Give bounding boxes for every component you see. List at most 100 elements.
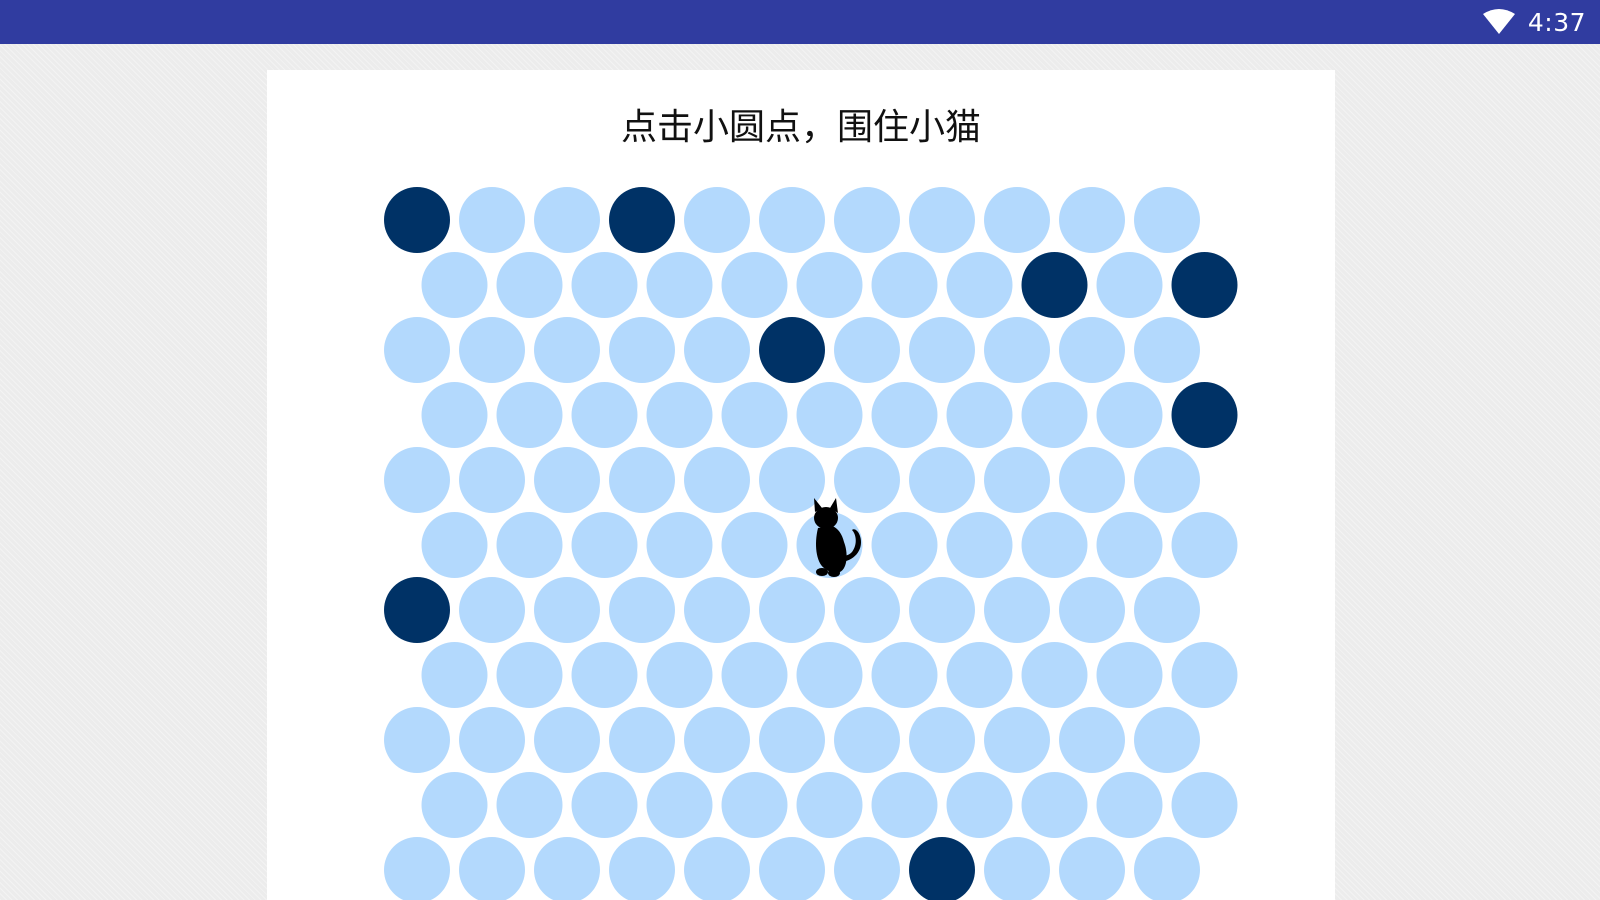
empty-dot[interactable] xyxy=(721,382,788,448)
empty-dot[interactable] xyxy=(571,512,638,578)
empty-dot[interactable] xyxy=(609,317,675,383)
empty-dot[interactable] xyxy=(1096,382,1163,448)
empty-dot[interactable] xyxy=(684,707,750,773)
empty-dot[interactable] xyxy=(909,577,975,643)
empty-dot[interactable] xyxy=(421,252,488,318)
empty-dot[interactable] xyxy=(721,772,788,838)
empty-dot[interactable] xyxy=(609,837,675,900)
empty-dot[interactable] xyxy=(796,772,863,838)
empty-dot[interactable] xyxy=(871,512,938,578)
empty-dot[interactable] xyxy=(1059,317,1125,383)
empty-dot[interactable] xyxy=(609,447,675,513)
empty-dot[interactable] xyxy=(1059,447,1125,513)
empty-dot[interactable] xyxy=(1171,772,1238,838)
empty-dot[interactable] xyxy=(759,577,825,643)
empty-dot[interactable] xyxy=(684,447,750,513)
empty-dot[interactable] xyxy=(796,642,863,708)
empty-dot[interactable] xyxy=(871,382,938,448)
empty-dot[interactable] xyxy=(909,187,975,253)
empty-dot[interactable] xyxy=(1134,837,1200,900)
empty-dot[interactable] xyxy=(984,577,1050,643)
empty-dot[interactable] xyxy=(946,642,1013,708)
empty-dot[interactable] xyxy=(984,837,1050,900)
empty-dot[interactable] xyxy=(1059,837,1125,900)
empty-dot[interactable] xyxy=(871,252,938,318)
empty-dot[interactable] xyxy=(721,252,788,318)
empty-dot[interactable] xyxy=(496,252,563,318)
empty-dot[interactable] xyxy=(1096,772,1163,838)
empty-dot[interactable] xyxy=(759,707,825,773)
empty-dot[interactable] xyxy=(909,317,975,383)
empty-dot[interactable] xyxy=(646,642,713,708)
empty-dot[interactable] xyxy=(571,252,638,318)
empty-dot[interactable] xyxy=(834,707,900,773)
empty-dot[interactable] xyxy=(834,837,900,900)
empty-dot[interactable] xyxy=(984,447,1050,513)
empty-dot[interactable] xyxy=(459,577,525,643)
empty-dot[interactable] xyxy=(1021,382,1088,448)
empty-dot[interactable] xyxy=(721,642,788,708)
empty-dot[interactable] xyxy=(459,837,525,900)
empty-dot[interactable] xyxy=(1021,642,1088,708)
empty-dot[interactable] xyxy=(1021,772,1088,838)
empty-dot[interactable] xyxy=(384,837,450,900)
empty-dot[interactable] xyxy=(459,187,525,253)
empty-dot[interactable] xyxy=(496,512,563,578)
empty-dot[interactable] xyxy=(909,447,975,513)
empty-dot[interactable] xyxy=(871,642,938,708)
empty-dot[interactable] xyxy=(1171,642,1238,708)
empty-dot[interactable] xyxy=(384,317,450,383)
empty-dot[interactable] xyxy=(684,577,750,643)
empty-dot[interactable] xyxy=(1134,187,1200,253)
empty-dot[interactable] xyxy=(946,512,1013,578)
empty-dot[interactable] xyxy=(1096,642,1163,708)
empty-dot[interactable] xyxy=(984,707,1050,773)
empty-dot[interactable] xyxy=(646,382,713,448)
empty-dot[interactable] xyxy=(609,707,675,773)
empty-dot[interactable] xyxy=(1134,317,1200,383)
empty-dot[interactable] xyxy=(421,512,488,578)
empty-dot[interactable] xyxy=(1096,512,1163,578)
empty-dot[interactable] xyxy=(496,382,563,448)
empty-dot[interactable] xyxy=(946,382,1013,448)
empty-dot[interactable] xyxy=(496,772,563,838)
empty-dot[interactable] xyxy=(946,772,1013,838)
empty-dot[interactable] xyxy=(1059,707,1125,773)
empty-dot[interactable] xyxy=(421,382,488,448)
empty-dot[interactable] xyxy=(796,382,863,448)
empty-dot[interactable] xyxy=(1059,187,1125,253)
empty-dot[interactable] xyxy=(571,772,638,838)
empty-dot[interactable] xyxy=(1021,512,1088,578)
empty-dot[interactable] xyxy=(684,837,750,900)
empty-dot[interactable] xyxy=(759,187,825,253)
empty-dot[interactable] xyxy=(534,707,600,773)
empty-dot[interactable] xyxy=(571,642,638,708)
empty-dot[interactable] xyxy=(496,642,563,708)
empty-dot[interactable] xyxy=(1096,252,1163,318)
empty-dot[interactable] xyxy=(421,642,488,708)
empty-dot[interactable] xyxy=(646,252,713,318)
empty-dot[interactable] xyxy=(834,187,900,253)
empty-dot[interactable] xyxy=(1059,577,1125,643)
empty-dot[interactable] xyxy=(421,772,488,838)
empty-dot[interactable] xyxy=(946,252,1013,318)
empty-dot[interactable] xyxy=(534,187,600,253)
empty-dot[interactable] xyxy=(684,187,750,253)
empty-dot[interactable] xyxy=(1171,512,1238,578)
empty-dot[interactable] xyxy=(759,837,825,900)
empty-dot[interactable] xyxy=(1134,707,1200,773)
empty-dot[interactable] xyxy=(909,707,975,773)
empty-dot[interactable] xyxy=(459,707,525,773)
empty-dot[interactable] xyxy=(984,187,1050,253)
empty-dot[interactable] xyxy=(834,577,900,643)
empty-dot[interactable] xyxy=(871,772,938,838)
empty-dot[interactable] xyxy=(721,512,788,578)
empty-dot[interactable] xyxy=(609,577,675,643)
empty-dot[interactable] xyxy=(646,772,713,838)
empty-dot[interactable] xyxy=(834,317,900,383)
empty-dot[interactable] xyxy=(834,447,900,513)
empty-dot[interactable] xyxy=(646,512,713,578)
empty-dot[interactable] xyxy=(1134,447,1200,513)
empty-dot[interactable] xyxy=(796,252,863,318)
empty-dot[interactable] xyxy=(384,707,450,773)
